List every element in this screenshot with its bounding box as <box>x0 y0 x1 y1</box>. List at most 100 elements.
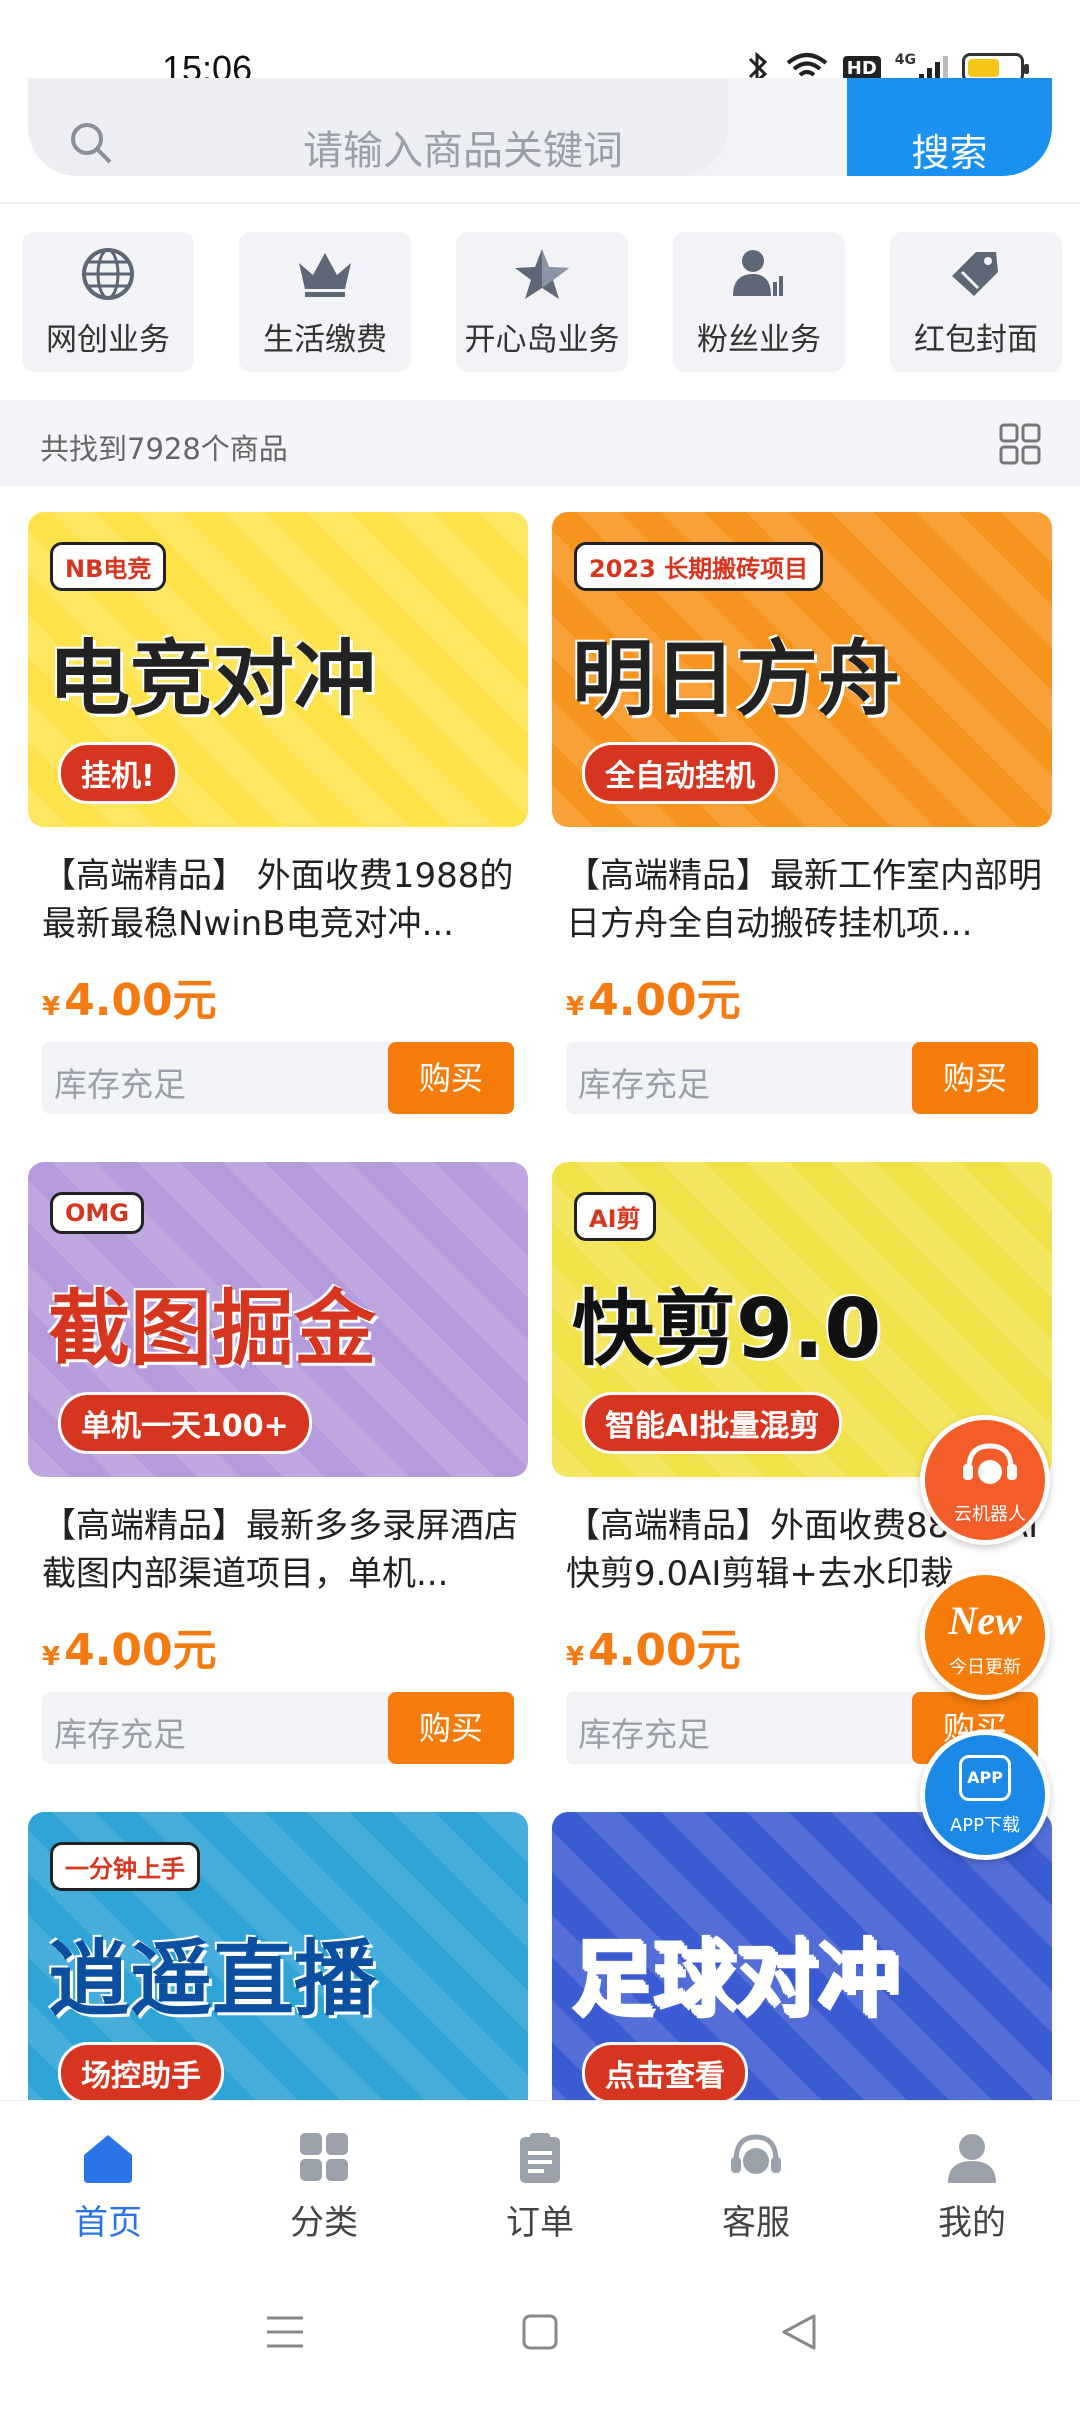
category-label: 生活缴费 <box>263 321 387 358</box>
product-image[interactable]: NB电竞电竞对冲挂机! <box>28 512 528 827</box>
search-button[interactable]: 搜索 <box>847 78 1052 176</box>
stock-status: 库存充足 <box>578 1715 710 1754</box>
product-image[interactable]: 一分钟上手逍遥直播场控助手 <box>28 1812 528 2127</box>
category-shenghuo[interactable]: 生活缴费 <box>239 232 411 372</box>
profile-icon <box>948 2134 996 2183</box>
product-price: ¥4.00元 <box>42 1614 217 1678</box>
floating-label: 今日更新 <box>949 1657 1021 1678</box>
search-bar: 请输入商品关键词 搜索 <box>28 78 1052 176</box>
product-title[interactable]: 【高端精品】最新多多录屏酒店截图内部渠道项目，单机... <box>42 1502 522 1598</box>
tag-icon <box>946 246 1006 302</box>
currency-symbol: ¥ <box>42 1642 61 1672</box>
category-wangchuang[interactable]: 网创业务 <box>22 232 194 372</box>
app-download-button[interactable]: APP APP下载 <box>920 1730 1050 1860</box>
crown-icon <box>295 246 355 302</box>
stock-bar: 库存充足 购买 <box>42 1692 514 1764</box>
product-card[interactable]: 2023 长期搬砖项目明日方舟全自动挂机【高端精品】最新工作室内部明日方舟全自动… <box>552 512 1052 1134</box>
system-nav-bar <box>0 2270 1080 2400</box>
grid-view-icon[interactable] <box>998 422 1042 466</box>
price-value: 4.00元 <box>64 1625 217 1676</box>
buy-button[interactable]: 购买 <box>388 1042 514 1114</box>
category-hongbao[interactable]: 红包封面 <box>890 232 1062 372</box>
price-value: 4.00元 <box>588 975 741 1026</box>
tab-label: 订单 <box>506 2203 574 2243</box>
category-shortcuts: 网创业务 生活缴费 开心岛业务 粉丝业务 红包封面 <box>22 232 1062 376</box>
stock-status: 库存充足 <box>54 1065 186 1104</box>
banner-subtitle: 全自动挂机 <box>582 742 778 804</box>
today-update-button[interactable]: New 今日更新 <box>920 1570 1050 1700</box>
tab-service[interactable]: 客服 <box>648 2101 864 2270</box>
buy-button[interactable]: 购买 <box>912 1042 1038 1114</box>
service-icon <box>731 2134 781 2174</box>
floating-label: APP下载 <box>949 1815 1021 1836</box>
banner-title: 电竞对冲 <box>48 632 377 727</box>
category-fensi[interactable]: 粉丝业务 <box>673 232 845 372</box>
category-label: 红包封面 <box>914 321 1038 358</box>
product-image[interactable]: OMG 截图掘金 单机一天100+ <box>28 1162 528 1477</box>
star-icon <box>512 246 572 302</box>
currency-symbol: ¥ <box>566 1642 585 1672</box>
banner-subtitle: 单机一天100+ <box>58 1392 312 1454</box>
category-kaixindao[interactable]: 开心岛业务 <box>456 232 628 372</box>
price-value: 4.00元 <box>588 1625 741 1676</box>
category-icon <box>300 2133 348 2181</box>
new-icon: New <box>948 1598 1022 1643</box>
banner-title: 快剪9.0 <box>572 1282 882 1377</box>
network-type-label: 4G <box>894 52 916 68</box>
floating-label: 云机器人 <box>954 1504 1026 1525</box>
stock-status: 库存充足 <box>578 1065 710 1104</box>
product-title[interactable]: 【高端精品】最新工作室内部明日方舟全自动搬砖挂机项... <box>566 852 1046 948</box>
product-image[interactable]: 2023 长期搬砖项目明日方舟全自动挂机 <box>552 512 1052 827</box>
product-title[interactable]: 【高端精品】 外面收费1988的最新最稳NwinB电竞对冲... <box>42 852 522 948</box>
banner-subtitle: 挂机! <box>58 742 178 804</box>
hd-icon: HD <box>842 55 881 81</box>
tab-profile[interactable]: 我的 <box>864 2101 1080 2270</box>
robot-icon <box>963 1443 1017 1484</box>
banner-subtitle: 智能AI批量混剪 <box>582 1392 843 1454</box>
banner-title: 逍遥直播 <box>48 1932 377 2027</box>
bottom-tab-bar: 首页 分类 订单 客服 我的 <box>0 2100 1080 2270</box>
banner-badge: 2023 长期搬砖项目 <box>574 542 824 591</box>
divider <box>0 202 1080 204</box>
tab-label: 首页 <box>74 2203 142 2243</box>
search-placeholder: 请输入商品关键词 <box>303 128 623 174</box>
search-input[interactable]: 请输入商品关键词 <box>28 78 728 176</box>
globe-icon <box>78 246 138 302</box>
back-icon[interactable] <box>780 2312 818 2352</box>
result-count-bar: 共找到7928个商品 <box>0 400 1080 486</box>
banner-badge: 一分钟上手 <box>50 1842 200 1891</box>
home-icon <box>84 2135 132 2183</box>
product-price: ¥4.00元 <box>42 964 217 1028</box>
product-card[interactable]: NB电竞电竞对冲挂机! 【高端精品】 外面收费1988的最新最稳NwinB电竞对冲… <box>28 512 528 1134</box>
product-price: ¥4.00元 <box>566 964 741 1028</box>
product-card[interactable]: OMG 截图掘金 单机一天100+ 【高端精品】最新多多录屏酒店截图内部渠道项目，单机… <box>28 1162 528 1784</box>
product-price: ¥4.00元 <box>566 1614 741 1678</box>
menu-icon[interactable] <box>265 2314 305 2350</box>
tab-home[interactable]: 首页 <box>0 2101 216 2270</box>
home-square-icon[interactable] <box>522 2314 558 2350</box>
banner-badge: NB电竞 <box>50 542 167 591</box>
stock-bar: 库存充足 购买 <box>42 1042 514 1114</box>
banner-badge: OMG <box>50 1192 144 1234</box>
stock-status: 库存充足 <box>54 1715 186 1754</box>
stock-bar: 库存充足 购买 <box>566 1042 1038 1114</box>
category-label: 开心岛业务 <box>464 321 620 358</box>
banner-subtitle: 点击查看 <box>582 2042 748 2104</box>
result-count: 共找到7928个商品 <box>40 432 288 466</box>
currency-symbol: ¥ <box>42 992 61 1022</box>
banner-title: 足球对冲 <box>572 1932 901 2027</box>
buy-button[interactable]: 购买 <box>388 1692 514 1764</box>
fans-icon <box>729 246 789 302</box>
tab-label: 客服 <box>722 2203 790 2243</box>
category-label: 网创业务 <box>46 321 170 358</box>
tab-order[interactable]: 订单 <box>432 2101 648 2270</box>
order-icon <box>520 2133 560 2183</box>
tab-label: 分类 <box>290 2203 358 2243</box>
search-icon <box>71 123 112 164</box>
banner-title: 明日方舟 <box>572 632 901 727</box>
cloud-robot-button[interactable]: 云机器人 <box>920 1415 1050 1545</box>
banner-subtitle: 场控助手 <box>58 2042 224 2104</box>
price-value: 4.00元 <box>64 975 217 1026</box>
category-label: 粉丝业务 <box>697 321 821 358</box>
tab-category[interactable]: 分类 <box>216 2101 432 2270</box>
